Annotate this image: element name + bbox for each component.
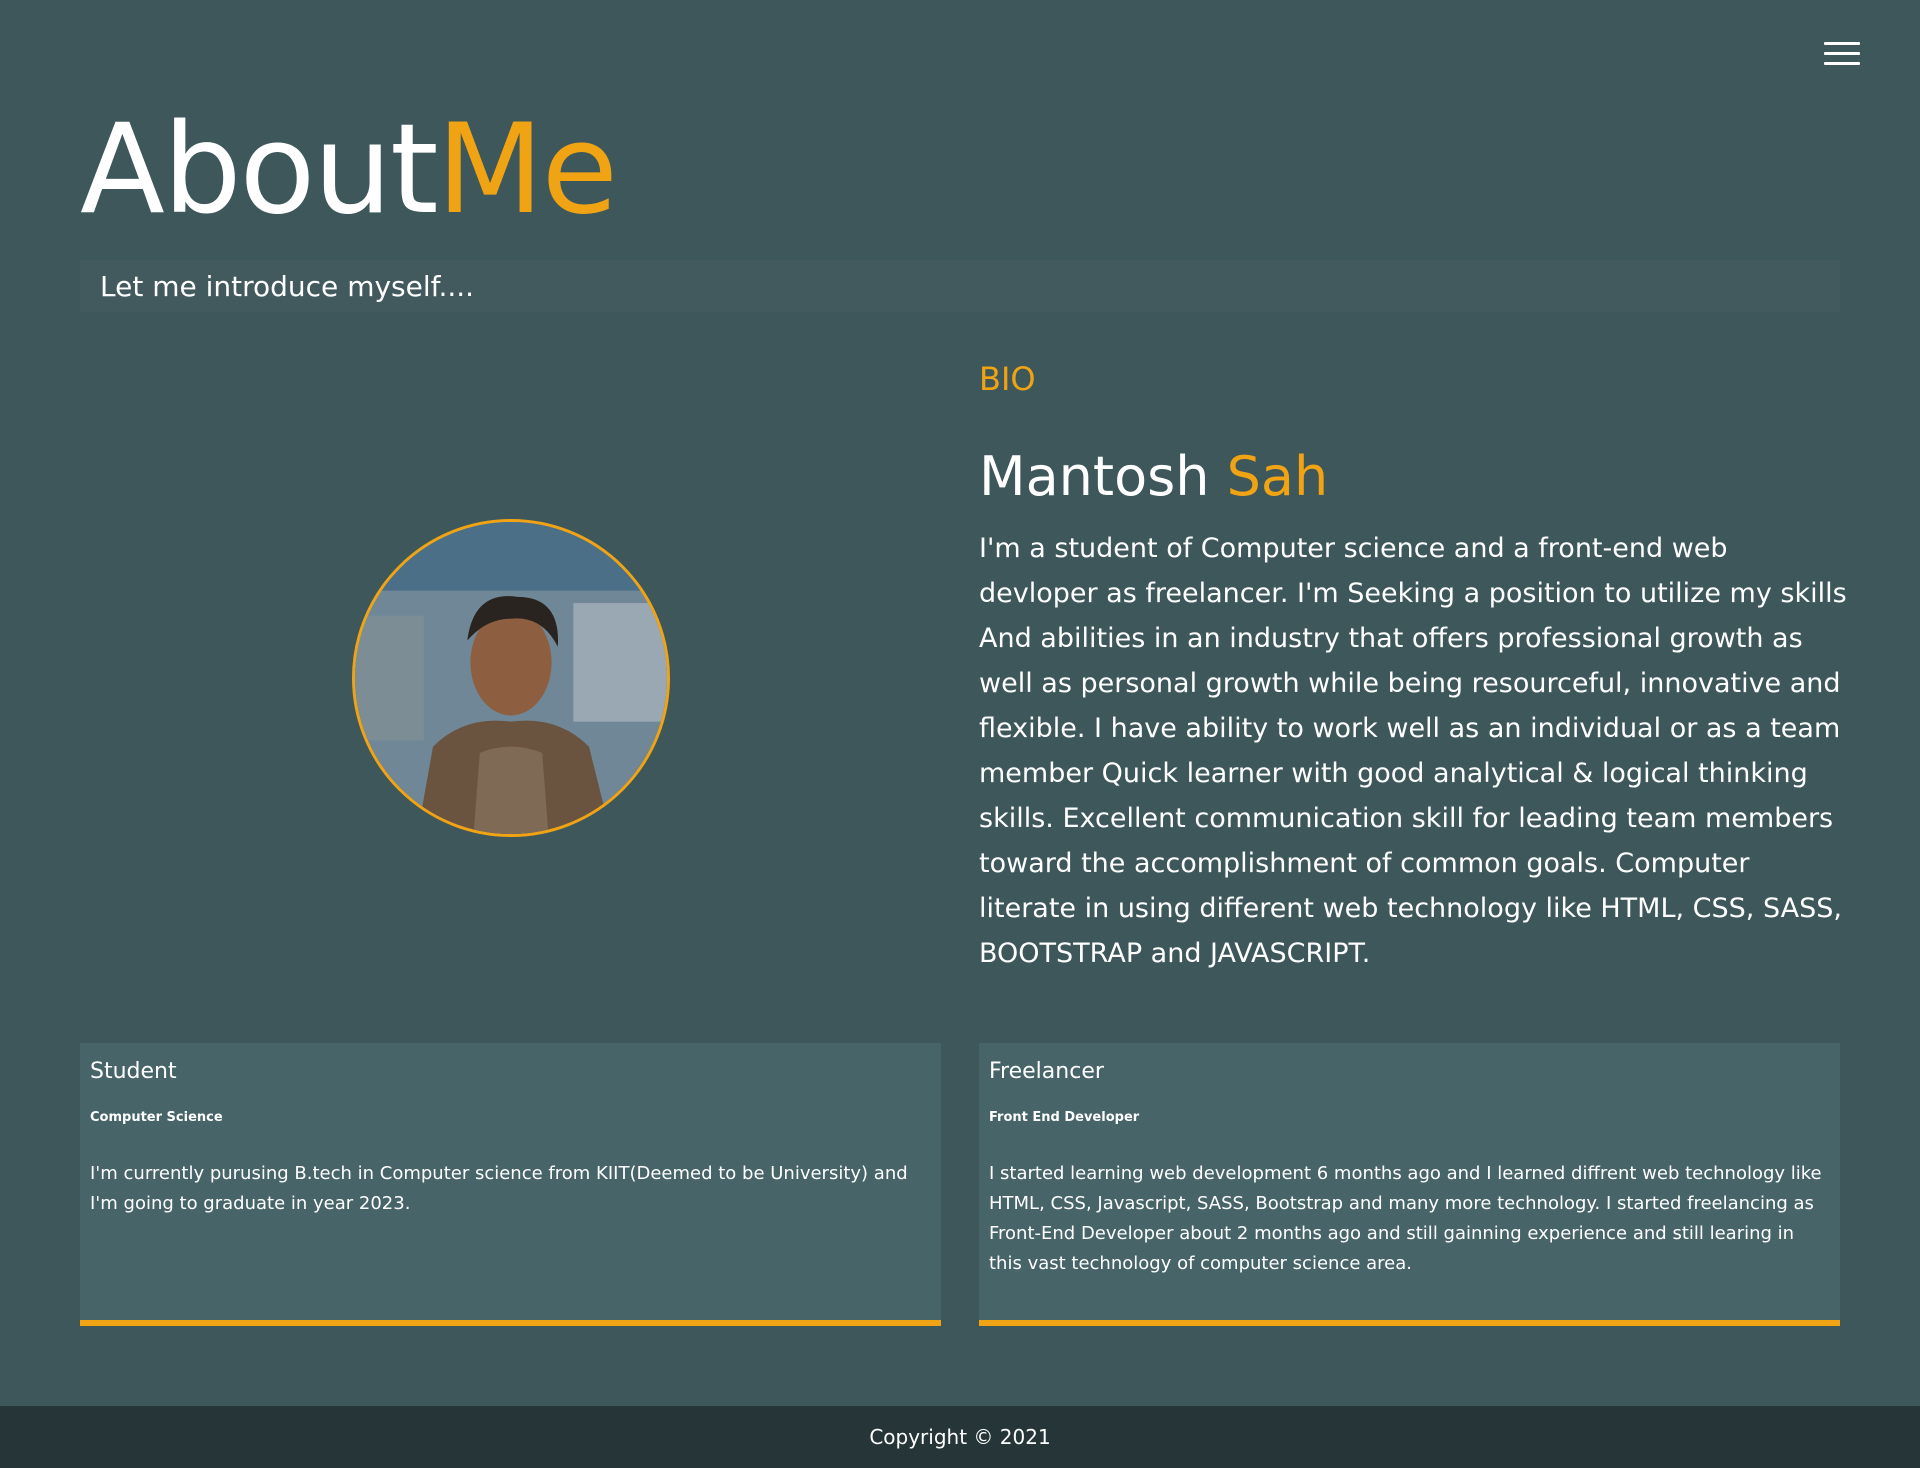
menu-bar xyxy=(1824,42,1860,45)
page-title-accent: Me xyxy=(436,98,618,242)
card-freelancer: Freelancer Front End Developer I started… xyxy=(979,1043,1840,1326)
card-subtitle: Front End Developer xyxy=(989,1110,1140,1125)
card-title: Freelancer xyxy=(989,1059,1104,1084)
page-title-main: About xyxy=(80,98,439,242)
intro-text: Let me introduce myself.... xyxy=(100,269,475,303)
menu-bar xyxy=(1824,62,1860,65)
card-title: Student xyxy=(90,1059,177,1084)
first-name: Mantosh xyxy=(979,445,1210,508)
bio-text: I'm a student of Computer science and a … xyxy=(979,533,1847,969)
card-student: Student Computer Science I'm currently p… xyxy=(80,1043,941,1326)
card-text: I'm currently purusing B.tech in Compute… xyxy=(90,1163,908,1214)
hamburger-menu-icon[interactable] xyxy=(1824,42,1860,68)
menu-bar xyxy=(1824,52,1860,55)
profile-photo xyxy=(352,519,670,837)
copyright-text: Copyright © 2021 xyxy=(869,1425,1051,1449)
card-text: I started learning web development 6 mon… xyxy=(989,1163,1822,1274)
profile-name: Mantosh Sah xyxy=(979,450,1328,504)
page-title: AboutMe xyxy=(80,108,618,232)
intro-bar: Let me introduce myself.... xyxy=(80,260,1840,312)
bio-label: BIO xyxy=(979,360,1036,398)
card-subtitle: Computer Science xyxy=(90,1110,223,1125)
last-name: Sah xyxy=(1226,445,1329,508)
footer: Copyright © 2021 xyxy=(0,1406,1920,1468)
profile-photo-illustration xyxy=(355,522,667,834)
